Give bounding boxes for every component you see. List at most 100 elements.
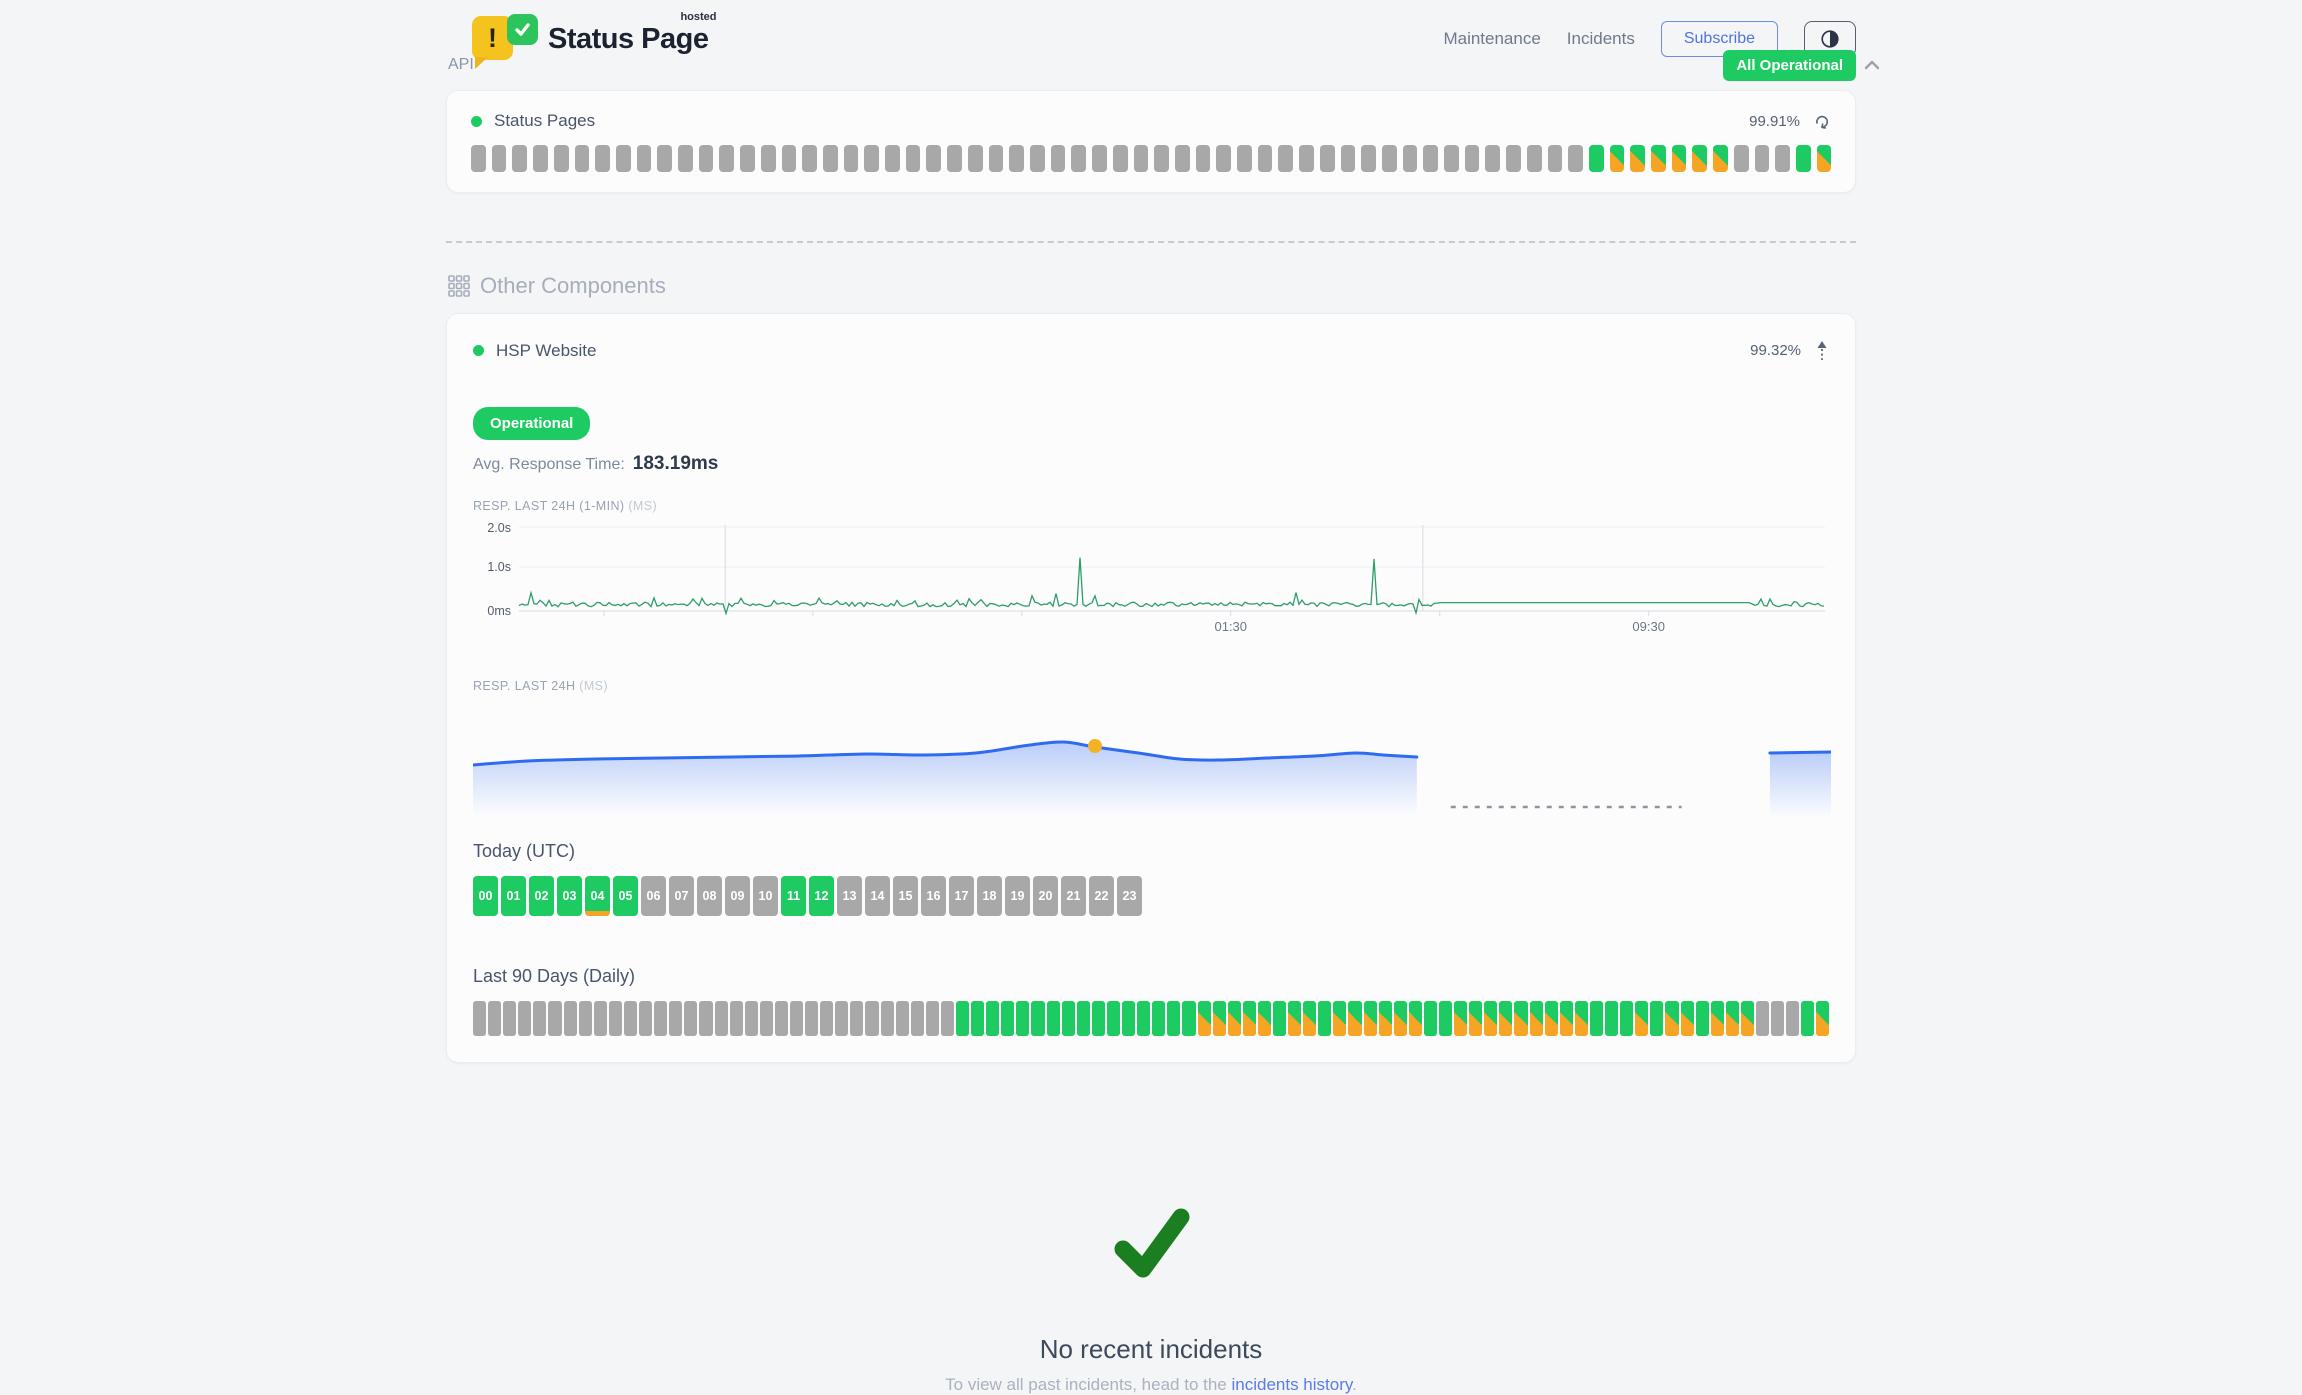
daily-uptime-bar-split[interactable]: [1469, 1001, 1482, 1036]
uptime-bar-gray[interactable]: [554, 145, 569, 172]
incidents-history-link[interactable]: incidents history: [1231, 1375, 1352, 1394]
hour-box-15[interactable]: 15: [893, 876, 918, 916]
daily-uptime-bar-gray[interactable]: [896, 1001, 909, 1036]
daily-uptime-bar-split[interactable]: [1711, 1001, 1724, 1036]
daily-uptime-bar-split[interactable]: [1303, 1001, 1316, 1036]
daily-uptime-bar-green[interactable]: [971, 1001, 984, 1036]
daily-uptime-bar-gray[interactable]: [624, 1001, 637, 1036]
daily-uptime-bar-gray[interactable]: [730, 1001, 743, 1036]
daily-uptime-bar-split[interactable]: [1409, 1001, 1422, 1036]
daily-uptime-bar-gray[interactable]: [594, 1001, 607, 1036]
daily-uptime-bar-split[interactable]: [1213, 1001, 1226, 1036]
hour-box-07[interactable]: 07: [669, 876, 694, 916]
daily-uptime-bar-green[interactable]: [1047, 1001, 1060, 1036]
uptime-bar-gray[interactable]: [471, 145, 486, 172]
daily-uptime-bar-gray[interactable]: [805, 1001, 818, 1036]
daily-uptime-bar-gray[interactable]: [715, 1001, 728, 1036]
uptime-bar-gray[interactable]: [1382, 145, 1397, 172]
uptime-bar-gray[interactable]: [1009, 145, 1024, 172]
daily-uptime-bar-gray[interactable]: [639, 1001, 652, 1036]
daily-uptime-bar-split[interactable]: [1379, 1001, 1392, 1036]
hour-box-00[interactable]: 00: [473, 876, 498, 916]
uptime-bar-split[interactable]: [1672, 145, 1687, 172]
nav-incidents[interactable]: Incidents: [1567, 29, 1635, 49]
nav-maintenance[interactable]: Maintenance: [1443, 29, 1540, 49]
chart-marker-dot[interactable]: [1088, 739, 1102, 753]
daily-uptime-bar-split[interactable]: [1726, 1001, 1739, 1036]
uptime-bar-gray[interactable]: [1071, 145, 1086, 172]
daily-uptime-bar-split[interactable]: [1741, 1001, 1754, 1036]
uptime-bar-gray[interactable]: [1527, 145, 1542, 172]
daily-uptime-bar-split[interactable]: [1560, 1001, 1573, 1036]
uptime-bar-gray[interactable]: [761, 145, 776, 172]
uptime-bar-gray[interactable]: [1568, 145, 1583, 172]
uptime-bar-gray[interactable]: [657, 145, 672, 172]
daily-uptime-bar-gray[interactable]: [654, 1001, 667, 1036]
uptime-bar-gray[interactable]: [1299, 145, 1314, 172]
hour-box-22[interactable]: 22: [1089, 876, 1114, 916]
hour-box-21[interactable]: 21: [1061, 876, 1086, 916]
daily-uptime-bar-split[interactable]: [1198, 1001, 1211, 1036]
uptime-bar-gray[interactable]: [616, 145, 631, 172]
daily-uptime-bar-green[interactable]: [1092, 1001, 1105, 1036]
daily-uptime-bar-split[interactable]: [1348, 1001, 1361, 1036]
uptime-bar-gray[interactable]: [1341, 145, 1356, 172]
daily-uptime-bar-green[interactable]: [1605, 1001, 1618, 1036]
daily-uptime-bar-gray[interactable]: [503, 1001, 516, 1036]
hour-box-19[interactable]: 19: [1005, 876, 1030, 916]
uptime-bar-gray[interactable]: [1485, 145, 1500, 172]
daily-uptime-bar-green[interactable]: [1001, 1001, 1014, 1036]
hour-box-08[interactable]: 08: [697, 876, 722, 916]
hour-box-05[interactable]: 05: [613, 876, 638, 916]
daily-uptime-bar-gray[interactable]: [1756, 1001, 1769, 1036]
uptime-bar-gray[interactable]: [1196, 145, 1211, 172]
uptime-bar-gray[interactable]: [823, 145, 838, 172]
hour-box-14[interactable]: 14: [865, 876, 890, 916]
daily-uptime-bar-green[interactable]: [1590, 1001, 1603, 1036]
uptime-bar-gray[interactable]: [1258, 145, 1273, 172]
hour-box-10[interactable]: 10: [753, 876, 778, 916]
daily-uptime-bar-green[interactable]: [1273, 1001, 1286, 1036]
daily-uptime-bar-gray[interactable]: [881, 1001, 894, 1036]
uptime-bar-gray[interactable]: [678, 145, 693, 172]
daily-uptime-bar-gray[interactable]: [1786, 1001, 1799, 1036]
uptime-bar-gray[interactable]: [864, 145, 879, 172]
refresh-icon[interactable]: [1814, 114, 1831, 129]
uptime-bar-gray[interactable]: [1734, 145, 1749, 172]
daily-uptime-bar-gray[interactable]: [518, 1001, 531, 1036]
uptime-bar-split[interactable]: [1692, 145, 1707, 172]
daily-uptime-bar-green[interactable]: [1077, 1001, 1090, 1036]
hour-box-04[interactable]: 04: [585, 876, 610, 916]
daily-uptime-bar-gray[interactable]: [745, 1001, 758, 1036]
response-time-minute-chart[interactable]: 2.0s1.0s0ms01:3009:30: [473, 521, 1831, 635]
uptime-bar-split[interactable]: [1651, 145, 1666, 172]
uptime-bar-gray[interactable]: [512, 145, 527, 172]
daily-uptime-bar-gray[interactable]: [775, 1001, 788, 1036]
hour-box-09[interactable]: 09: [725, 876, 750, 916]
daily-uptime-bar-gray[interactable]: [760, 1001, 773, 1036]
hour-box-06[interactable]: 06: [641, 876, 666, 916]
hour-box-17[interactable]: 17: [949, 876, 974, 916]
daily-uptime-bar-green[interactable]: [1696, 1001, 1709, 1036]
daily-uptime-bar-green[interactable]: [1167, 1001, 1180, 1036]
uptime-bar-gray[interactable]: [1278, 145, 1293, 172]
hour-box-02[interactable]: 02: [529, 876, 554, 916]
uptime-bar-split[interactable]: [1610, 145, 1625, 172]
daily-uptime-bar-green[interactable]: [1122, 1001, 1135, 1036]
daily-uptime-bar-split[interactable]: [1575, 1001, 1588, 1036]
uptime-bar-gray[interactable]: [1755, 145, 1770, 172]
hour-box-18[interactable]: 18: [977, 876, 1002, 916]
uptime-bar-gray[interactable]: [782, 145, 797, 172]
hour-box-12[interactable]: 12: [809, 876, 834, 916]
uptime-bar-gray[interactable]: [844, 145, 859, 172]
daily-uptime-bar-split[interactable]: [1394, 1001, 1407, 1036]
daily-uptime-bar-gray[interactable]: [488, 1001, 501, 1036]
daily-uptime-bar-green[interactable]: [956, 1001, 969, 1036]
daily-uptime-bar-green[interactable]: [1439, 1001, 1452, 1036]
uptime-bar-gray[interactable]: [802, 145, 817, 172]
daily-uptime-bar-split[interactable]: [1258, 1001, 1271, 1036]
daily-uptime-bar-green[interactable]: [1152, 1001, 1165, 1036]
daily-uptime-bar-gray[interactable]: [926, 1001, 939, 1036]
hour-box-11[interactable]: 11: [781, 876, 806, 916]
daily-uptime-bar-gray[interactable]: [473, 1001, 486, 1036]
